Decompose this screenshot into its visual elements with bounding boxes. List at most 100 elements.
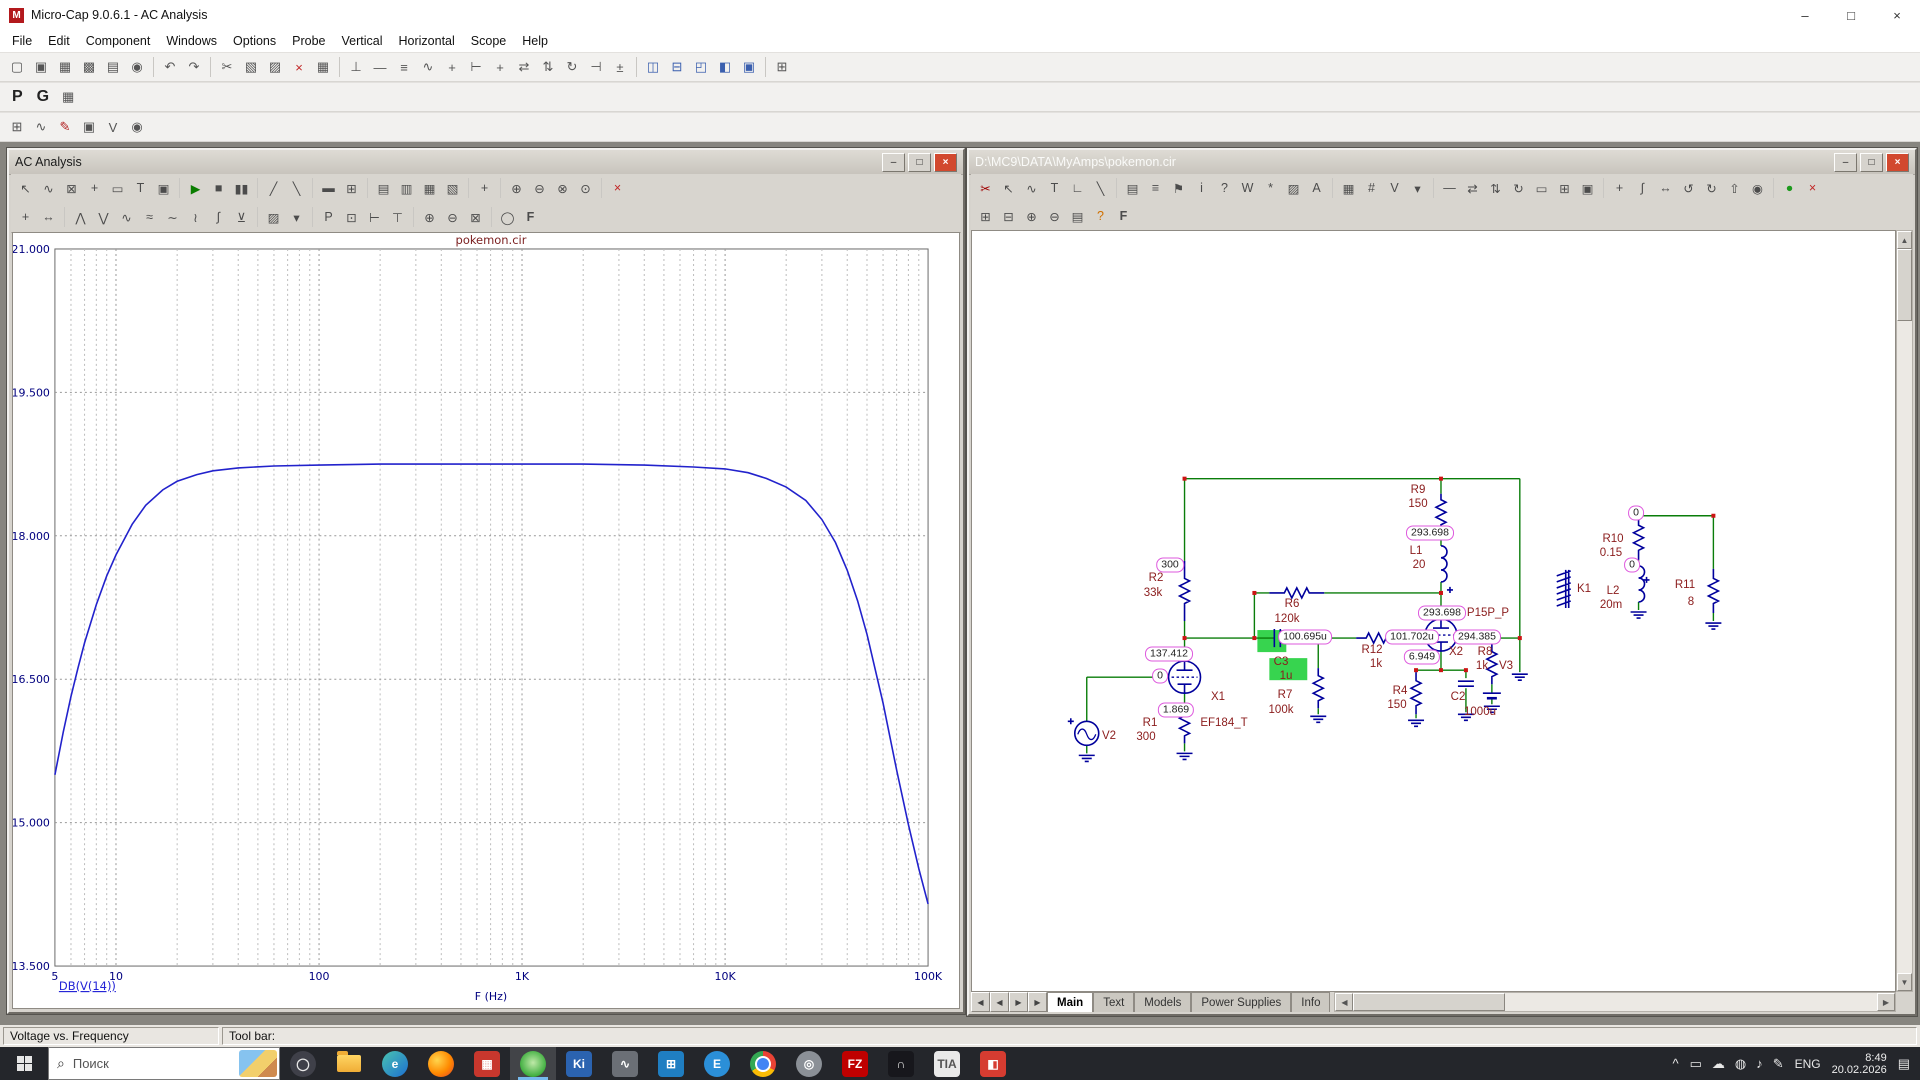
menu-edit[interactable]: Edit [40, 31, 78, 51]
horizontal-scrollbar[interactable]: ◀ ▶ [1334, 992, 1896, 1012]
taskbar-app-filezilla[interactable]: FZ [832, 1047, 878, 1080]
taskbar-app-pcb-tool[interactable]: ⊞ [648, 1047, 694, 1080]
maximize-button[interactable]: □ [1828, 0, 1874, 30]
slope-up-icon[interactable]: ╱ [262, 177, 285, 200]
animate-icon[interactable]: ◯ [496, 206, 519, 229]
wire-mode-icon[interactable]: ∟ [1066, 177, 1089, 200]
cursor-mode-icon[interactable]: + [83, 177, 106, 200]
scroll-right-icon[interactable]: ▶ [1877, 993, 1895, 1011]
open-icon[interactable]: ▣ [29, 55, 53, 79]
new-icon[interactable]: ▢ [5, 55, 29, 79]
vertical-scrollbar[interactable]: ▲ ▼ [1896, 230, 1913, 992]
cursor-both-icon[interactable]: ⊗ [551, 177, 574, 200]
scroll-down-icon[interactable]: ▼ [1897, 973, 1912, 991]
text-attributes-icon[interactable]: A [1305, 177, 1328, 200]
flag-mode-icon[interactable]: ⚑ [1167, 177, 1190, 200]
zoom-out-icon[interactable]: ⊖ [441, 206, 464, 229]
slope-down-icon[interactable]: ╲ [285, 177, 308, 200]
currents-icon[interactable]: — [1438, 177, 1461, 200]
flip-vertical-icon[interactable]: ⇅ [1484, 177, 1507, 200]
data-points-icon[interactable]: ⊡ [340, 206, 363, 229]
attribute-box-icon[interactable]: ▣ [77, 115, 101, 139]
taskbar-app-backup-tool[interactable]: ▦ [464, 1047, 510, 1080]
tile-horizontal-icon[interactable]: ⊟ [665, 55, 689, 79]
sch-restore-button[interactable]: □ [1860, 153, 1883, 172]
grid-button[interactable]: ▦ [56, 85, 80, 109]
horizontal-scroll-thumb[interactable] [1353, 993, 1505, 1011]
frequency-label-icon[interactable]: F [1112, 205, 1135, 228]
sheet-tab-power-supplies[interactable]: Power Supplies [1191, 992, 1291, 1012]
tee-icon[interactable]: ⊢ [464, 55, 488, 79]
start-button[interactable] [0, 1047, 48, 1080]
volume-icon[interactable]: ♪ [1756, 1056, 1763, 1072]
component-mode-icon[interactable]: ∿ [1020, 177, 1043, 200]
properties-icon[interactable]: ▣ [152, 177, 175, 200]
crosshair-icon[interactable]: + [1608, 177, 1631, 200]
peak-icon[interactable]: ⋀ [69, 206, 92, 229]
cursor-off-icon[interactable]: ⊙ [574, 177, 597, 200]
rotate-icon[interactable]: ↻ [560, 55, 584, 79]
menu-component[interactable]: Component [78, 31, 159, 51]
color-palette-icon[interactable]: ▨ [262, 206, 285, 229]
ac-minimize-button[interactable]: – [882, 153, 905, 172]
news-widget-icon[interactable] [239, 1050, 277, 1077]
palette-drop-icon[interactable]: ▾ [285, 206, 308, 229]
pan-icon[interactable]: + [14, 206, 37, 229]
taskbar-app-tia-portal[interactable]: TIA [924, 1047, 970, 1080]
redo-icon[interactable]: ↷ [182, 55, 206, 79]
ac-close-button[interactable]: × [934, 153, 957, 172]
add-curve-icon[interactable]: + [473, 177, 496, 200]
text-tool-icon[interactable]: T [129, 177, 152, 200]
sch-minimize-button[interactable]: – [1834, 153, 1857, 172]
flip-vertical-icon[interactable]: ⇅ [536, 55, 560, 79]
wire-diagonal-icon[interactable]: ╲ [1089, 177, 1112, 200]
sheet-tab-main[interactable]: Main [1047, 992, 1093, 1012]
stripe-3-icon[interactable]: ▦ [418, 177, 441, 200]
border-icon[interactable]: ▭ [1530, 177, 1553, 200]
part-list-icon[interactable]: ≡ [1144, 177, 1167, 200]
inflection-icon[interactable]: ∼ [161, 206, 184, 229]
taskbar-app-microcap[interactable] [510, 1047, 556, 1080]
global-high-icon[interactable]: ≀ [184, 206, 207, 229]
menu-help[interactable]: Help [514, 31, 556, 51]
info-green-icon[interactable]: ● [1778, 177, 1801, 200]
save-icon[interactable]: ▦ [53, 55, 77, 79]
wire-mode-icon[interactable]: — [368, 55, 392, 79]
cursor-left-icon[interactable]: ⊕ [505, 177, 528, 200]
frequency-label-icon[interactable]: F [519, 206, 542, 229]
paste-icon[interactable]: ▨ [263, 55, 287, 79]
run-icon[interactable]: ▶ [184, 177, 207, 200]
shape-panel-icon[interactable]: ∿ [29, 115, 53, 139]
analysis-chart-icon[interactable]: ▦ [1337, 177, 1360, 200]
zoom-box-icon[interactable]: ◉ [125, 115, 149, 139]
save-as-icon[interactable]: ▩ [77, 55, 101, 79]
arrange-icon[interactable]: ▣ [737, 55, 761, 79]
select-icon[interactable]: ↖ [997, 177, 1020, 200]
last-sheet-button[interactable]: ▶ [1028, 992, 1047, 1012]
delete-icon[interactable]: × [287, 55, 311, 79]
taskbar-app-audio-app[interactable]: ∩ [878, 1047, 924, 1080]
stripe-1-icon[interactable]: ▤ [372, 177, 395, 200]
taskbar-app-utility[interactable]: ◎ [786, 1047, 832, 1080]
clock[interactable]: 8:49 20.02.2026 [1832, 1052, 1887, 1076]
split-window-icon[interactable]: ◧ [713, 55, 737, 79]
mirror-icon[interactable]: ↔ [1654, 177, 1677, 200]
tile-vertical-icon[interactable]: ◫ [641, 55, 665, 79]
flip-horizontal-icon[interactable]: ⇄ [1461, 177, 1484, 200]
ac-window-titlebar[interactable]: AC Analysis – □ × [9, 150, 963, 175]
sheet-tab-models[interactable]: Models [1134, 992, 1191, 1012]
close-button[interactable]: × [1874, 0, 1920, 30]
polarity-icon[interactable]: ± [608, 55, 632, 79]
print-preview-icon[interactable]: ◉ [125, 55, 149, 79]
tracker-vertical-icon[interactable]: ⊤ [386, 206, 409, 229]
performance-icon[interactable]: P [317, 206, 340, 229]
taskbar-app-cortana[interactable]: ◯ [280, 1047, 326, 1080]
plot-area[interactable]: 21.00019.50018.00016.50015.00013.5005101… [12, 232, 960, 1009]
redo-icon[interactable]: ↻ [1700, 177, 1723, 200]
global-low-icon[interactable]: ∫ [207, 206, 230, 229]
cut-icon[interactable]: ✂ [215, 55, 239, 79]
point-tag-icon[interactable]: ▭ [106, 177, 129, 200]
track-icon[interactable]: ↔ [37, 206, 60, 229]
picture-icon[interactable]: ▣ [1576, 177, 1599, 200]
pen-icon[interactable]: ✎ [1773, 1056, 1784, 1072]
